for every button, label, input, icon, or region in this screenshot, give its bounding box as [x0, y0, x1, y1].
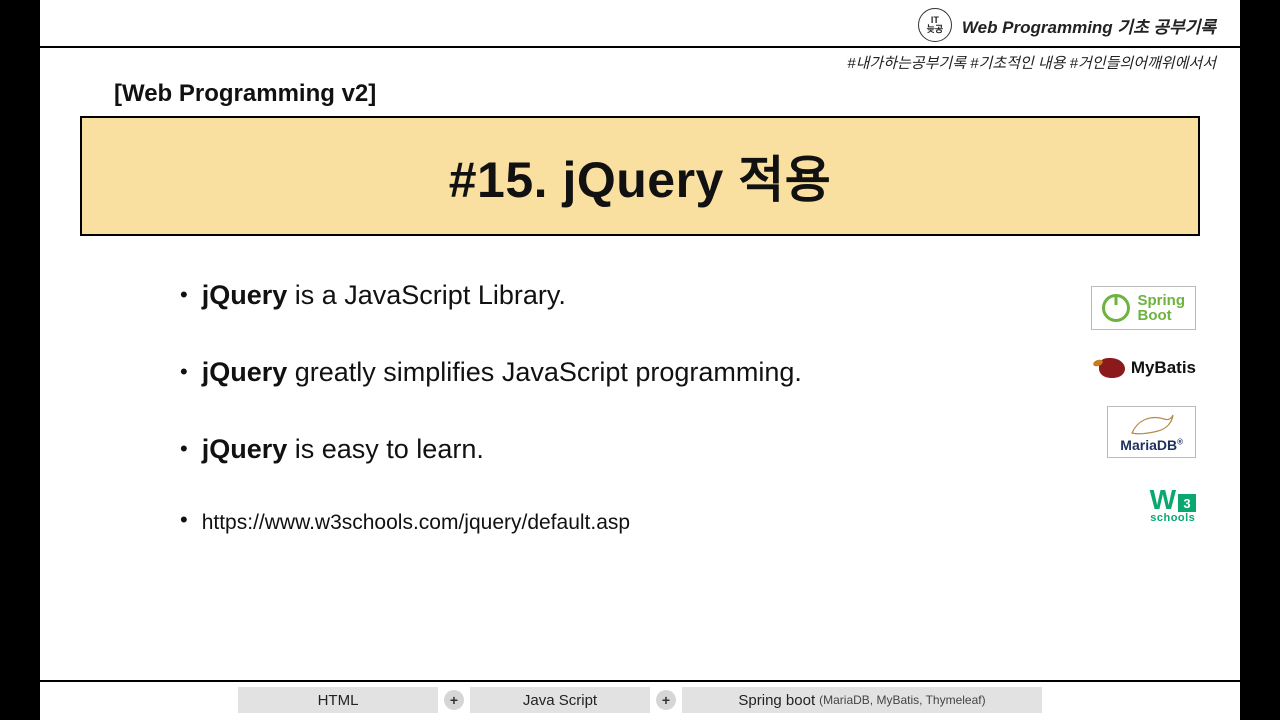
nav-item-springboot: Spring boot (MariaDB, MyBatis, Thymeleaf… [682, 687, 1042, 713]
bird-icon [1099, 358, 1125, 378]
bullet-text: jQuery is easy to learn. [202, 434, 484, 465]
nav-sublabel: (MariaDB, MyBatis, Thymeleaf) [819, 693, 985, 707]
bottom-nav: HTML + Java Script + Spring boot (MariaD… [40, 686, 1240, 714]
bullet-list: • jQuery is a JavaScript Library. • jQue… [180, 280, 920, 535]
list-item: • https://www.w3schools.com/jquery/defau… [180, 511, 920, 535]
seal-icon [1130, 413, 1174, 437]
spring-boot-label: Spring Boot [1138, 293, 1186, 323]
main-title: #15. jQuery 적용 [449, 140, 832, 212]
plus-icon: + [656, 690, 676, 710]
spring-boot-logo: Spring Boot [1091, 286, 1197, 330]
brand-title-suffix: 기초 공부기록 [1113, 18, 1216, 37]
letterbox-left [0, 0, 40, 720]
brand-title: Web Programming 기초 공부기록 [962, 13, 1216, 38]
letterbox-right [1240, 0, 1280, 720]
bullet-dot-icon: • [180, 284, 188, 306]
bullet-dot-icon: • [180, 509, 188, 531]
bullet-bold: jQuery [202, 434, 288, 464]
mariadb-text: MariaDB [1120, 437, 1177, 453]
w3-letter-w: W [1150, 486, 1176, 514]
slide-canvas: IT 늦공 Web Programming 기초 공부기록 #내가하는공부기록 … [40, 0, 1240, 720]
divider-top [40, 46, 1240, 48]
title-box: #15. jQuery 적용 [80, 116, 1200, 236]
brand-logo-line2: 늦공 [927, 25, 944, 34]
w3-top: W 3 [1150, 486, 1196, 514]
bullet-bold: jQuery [202, 357, 288, 387]
nav-label: HTML [318, 692, 359, 709]
bullet-rest: greatly simplifies JavaScript programmin… [287, 357, 802, 387]
spring-line2: Boot [1138, 307, 1172, 324]
list-item: • jQuery is easy to learn. [180, 434, 920, 465]
tech-logos-column: Spring Boot MyBatis MariaDB® W 3 schools [1036, 286, 1196, 524]
divider-bottom [40, 680, 1240, 682]
hashtags: #내가하는공부기록 #기초적인 내용 #거인들의어깨위에서서 [847, 52, 1216, 73]
mybatis-label: MyBatis [1131, 358, 1196, 378]
bullet-rest: is a JavaScript Library. [287, 280, 566, 310]
mariadb-logo: MariaDB® [1107, 406, 1196, 458]
bullet-text: jQuery greatly simplifies JavaScript pro… [202, 357, 802, 388]
w3schools-logo: W 3 schools [1150, 486, 1196, 524]
bullet-dot-icon: • [180, 361, 188, 383]
list-item: • jQuery is a JavaScript Library. [180, 280, 920, 311]
brand-row: IT 늦공 Web Programming 기초 공부기록 [64, 8, 1216, 42]
w3-number-3: 3 [1178, 494, 1196, 512]
nav-label: Spring boot [738, 692, 815, 709]
nav-item-javascript: Java Script [470, 687, 650, 713]
mybatis-logo: MyBatis [1099, 358, 1196, 378]
power-icon [1102, 294, 1130, 322]
plus-icon: + [444, 690, 464, 710]
section-label: [Web Programming v2] [114, 80, 376, 108]
mariadb-label: MariaDB® [1120, 437, 1183, 453]
nav-label: Java Script [523, 692, 597, 709]
bullet-text: jQuery is a JavaScript Library. [202, 280, 566, 311]
bullet-bold: jQuery [202, 280, 288, 310]
w3-subtext: schools [1150, 512, 1195, 524]
brand-logo-circle: IT 늦공 [918, 8, 952, 42]
registered-icon: ® [1177, 437, 1183, 446]
brand-title-prefix: Web Programming [962, 18, 1113, 37]
bullet-link-text: https://www.w3schools.com/jquery/default… [202, 511, 630, 535]
bullet-dot-icon: • [180, 438, 188, 460]
bullet-rest: is easy to learn. [287, 434, 484, 464]
list-item: • jQuery greatly simplifies JavaScript p… [180, 357, 920, 388]
nav-item-html: HTML [238, 687, 438, 713]
